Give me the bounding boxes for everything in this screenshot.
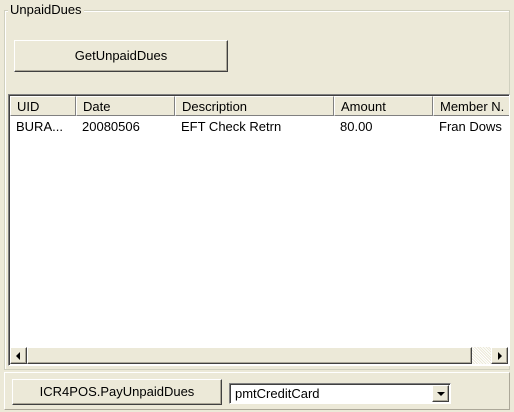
cell-uid: BURA...	[16, 119, 63, 134]
unpaid-dues-form: UnpaidDues GetUnpaidDues UID Date Descri…	[0, 0, 514, 412]
unpaid-dues-list[interactable]: UID Date Description Amount Member N. BU…	[8, 94, 510, 366]
horizontal-scrollbar[interactable]	[10, 347, 508, 364]
scrollbar-thumb[interactable]	[27, 347, 472, 364]
column-header-uid[interactable]: UID	[10, 96, 76, 116]
left-arrow-icon	[16, 352, 20, 360]
groupbox-title: UnpaidDues	[8, 2, 84, 17]
cell-date: 20080506	[82, 119, 140, 134]
column-header-description[interactable]: Description	[175, 96, 334, 116]
chevron-down-icon	[437, 392, 445, 396]
column-header-amount[interactable]: Amount	[334, 96, 433, 116]
column-header-date[interactable]: Date	[76, 96, 175, 116]
right-arrow-icon	[498, 352, 502, 360]
cell-amount: 80.00	[340, 119, 373, 134]
bottom-panel: ICR4POS.PayUnpaidDues pmtCreditCard	[4, 372, 510, 410]
payment-method-select[interactable]: pmtCreditCard	[229, 383, 451, 404]
table-row[interactable]: BURA... 20080506 EFT Check Retrn 80.00 F…	[10, 118, 509, 136]
dropdown-button[interactable]	[432, 385, 449, 402]
list-header: UID Date Description Amount Member N.	[10, 96, 509, 116]
scroll-left-button[interactable]	[10, 347, 27, 364]
cell-description: EFT Check Retrn	[181, 119, 282, 134]
payment-method-value: pmtCreditCard	[235, 386, 320, 401]
cell-member-name: Fran Dows	[439, 119, 502, 134]
get-unpaid-dues-button[interactable]: GetUnpaidDues	[14, 40, 228, 72]
column-header-member-name[interactable]: Member N.	[433, 96, 509, 116]
pay-unpaid-dues-button[interactable]: ICR4POS.PayUnpaidDues	[12, 379, 222, 405]
scroll-right-button[interactable]	[491, 347, 508, 364]
